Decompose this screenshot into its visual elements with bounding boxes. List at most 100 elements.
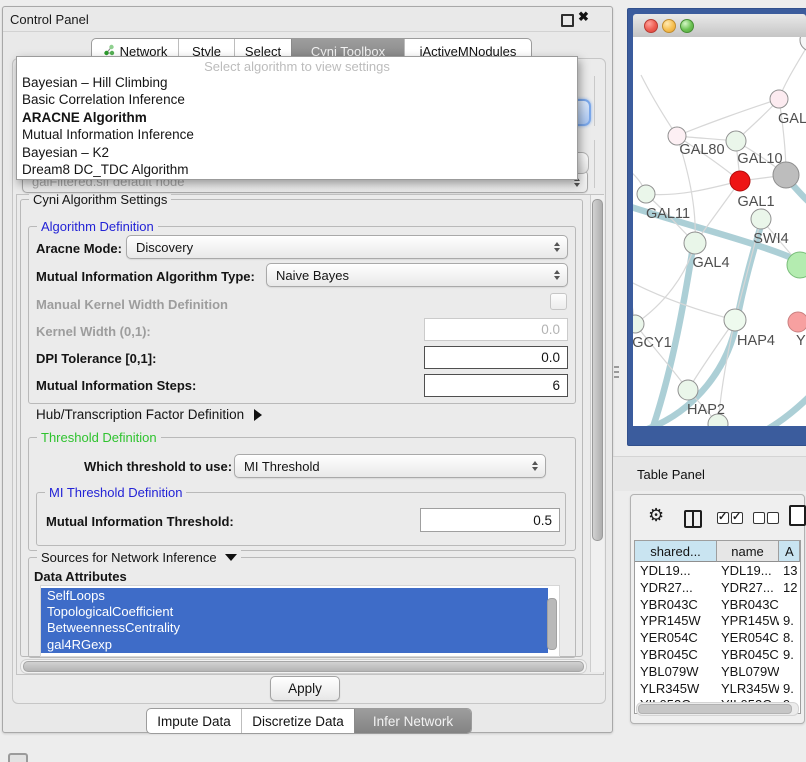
table-row[interactable]: YBL079WYBL079W — [635, 663, 800, 680]
select-all-checkbox-icon[interactable] — [717, 512, 729, 524]
mi-steps-field[interactable]: 6 — [424, 374, 568, 397]
column-header-shared-[interactable]: shared... — [635, 541, 717, 562]
column-header-name[interactable]: name — [717, 541, 779, 562]
table-row[interactable]: YPR145WYPR145W9. — [635, 612, 800, 629]
attribute-list-item[interactable]: gal4RGexp — [41, 637, 548, 653]
attribute-list-item[interactable]: SelfLoops — [41, 588, 548, 604]
table-cell: YLR345W — [721, 681, 779, 696]
network-node-gal[interactable] — [770, 90, 788, 108]
apply-button[interactable]: Apply — [270, 676, 340, 701]
attribute-list-item[interactable]: TopologicalCoefficient — [41, 604, 548, 620]
table-row[interactable]: YBR043CYBR043C — [635, 596, 800, 613]
node-label-gal4: GAL4 — [692, 255, 729, 271]
panel-splitter-grip[interactable] — [614, 366, 619, 379]
algorithm-option[interactable]: Bayesian – K2 — [20, 144, 574, 161]
data-attributes-list[interactable]: SelfLoopsTopologicalCoefficientBetweenne… — [40, 585, 560, 657]
table-cell: 9. — [783, 681, 800, 696]
node-label-gal11: GAL11 — [646, 206, 690, 222]
network-node-gal4[interactable] — [684, 232, 706, 254]
network-window-titlebar[interactable] — [633, 14, 806, 38]
table-cell: YBR043C — [640, 597, 718, 612]
table-cell: YER054C — [640, 630, 718, 645]
table-row[interactable]: YLR345WYLR345W9. — [635, 680, 800, 697]
select-all-checkbox-icon[interactable] — [731, 512, 743, 524]
algorithm-option[interactable]: Mutual Information Inference — [20, 126, 574, 143]
collapse-down-icon — [225, 554, 237, 561]
dpi-tolerance-label: DPI Tolerance [0,1]: — [36, 351, 156, 366]
network-node-swi4[interactable] — [751, 209, 771, 229]
algorithm-option-list: Bayesian – Hill ClimbingBasic Correlatio… — [20, 74, 574, 178]
table-cell: YDL19... — [640, 563, 718, 578]
gear-icon[interactable]: ⚙ — [648, 506, 664, 524]
network-edge[interactable] — [646, 181, 740, 195]
settings-hscrollbar-thumb[interactable] — [23, 661, 584, 672]
table-hscrollbar-thumb[interactable] — [638, 704, 792, 714]
mi-algorithm-type-label: Mutual Information Algorithm Type: — [36, 269, 255, 284]
node-label-hap2: HAP2 — [687, 402, 725, 418]
table-row[interactable]: YDL19...YDL19...13 — [635, 562, 800, 579]
network-edge[interactable] — [641, 75, 677, 136]
mi-algorithm-type-value: Naive Bayes — [276, 268, 349, 283]
close-panel-icon[interactable]: ✖ — [578, 9, 589, 25]
zoom-window-icon[interactable] — [680, 19, 694, 33]
attributes-vscrollbar-thumb[interactable] — [547, 598, 557, 650]
network-edge[interactable] — [791, 183, 806, 209]
node-label-gal: GAL — [778, 111, 806, 127]
column-header-a[interactable]: A — [779, 541, 800, 562]
network-edge[interactable] — [677, 99, 779, 136]
node-label-y: Y — [796, 333, 806, 349]
network-node-gal1[interactable] — [730, 171, 750, 191]
network-edge[interactable] — [768, 393, 806, 426]
minimize-window-icon[interactable] — [662, 19, 676, 33]
which-threshold-combo[interactable]: MI Threshold — [234, 454, 546, 478]
table-row[interactable]: YER054CYER054C8. — [635, 629, 800, 646]
columns-icon[interactable] — [684, 510, 702, 528]
algorithm-option[interactable]: Dream8 DC_TDC Algorithm — [20, 161, 574, 178]
cyni-bottom-tabs: Impute DataDiscretize DataInfer Network — [146, 708, 472, 734]
sources-title-text: Sources for Network Inference — [41, 550, 217, 565]
kernel-width-field[interactable]: 0.0 — [424, 318, 568, 341]
close-window-icon[interactable] — [644, 19, 658, 33]
algorithm-option[interactable]: ARACNE Algorithm — [20, 109, 574, 126]
table-row[interactable]: YDR27...YDR27...12 — [635, 579, 800, 596]
settings-vscrollbar-thumb[interactable] — [592, 199, 603, 541]
aracne-mode-combo[interactable]: Discovery — [126, 235, 568, 259]
deselect-all-checkbox-icon[interactable] — [753, 512, 765, 524]
manual-kernel-width-checkbox[interactable] — [550, 293, 567, 310]
node-label-gcy1: GCY1 — [633, 335, 672, 351]
aracne-mode-label: Aracne Mode: — [36, 241, 122, 256]
new-table-icon[interactable] — [789, 505, 806, 526]
table-cell: YDL19... — [721, 563, 779, 578]
bottom-tab-impute-data[interactable]: Impute Data — [147, 709, 241, 733]
aracne-mode-value: Discovery — [136, 240, 193, 255]
network-node-hap4[interactable] — [724, 309, 746, 331]
bottom-tab-discretize-data[interactable]: Discretize Data — [241, 709, 354, 733]
network-canvas[interactable]: GALGAL80GAL10GAL1GAL11SWI4GAL4GCY1HAP4YH… — [633, 37, 806, 426]
network-node-gal11[interactable] — [637, 185, 655, 203]
deselect-all-checkbox-icon[interactable] — [767, 512, 779, 524]
network-node-gcy1[interactable] — [633, 315, 644, 333]
table-cell: YBR043C — [721, 597, 779, 612]
network-edge[interactable] — [779, 40, 806, 99]
attribute-list-item[interactable]: BetweennessCentrality — [41, 620, 548, 636]
which-threshold-label: Which threshold to use: — [84, 459, 232, 474]
algorithm-option[interactable]: Bayesian – Hill Climbing — [20, 74, 574, 91]
network-node-gal10[interactable] — [726, 131, 746, 151]
mi-threshold-field[interactable]: 0.5 — [420, 508, 560, 532]
table-cell: YPR145W — [640, 613, 718, 628]
network-node[interactable] — [800, 37, 806, 51]
network-node-hap2[interactable] — [678, 380, 698, 400]
table-cell: YER054C — [721, 630, 779, 645]
table-row[interactable]: YBR045CYBR045C9. — [635, 646, 800, 663]
network-node-y[interactable] — [788, 312, 806, 332]
bottom-tab-infer-network[interactable]: Infer Network — [354, 709, 471, 733]
node-table[interactable]: shared...nameAYDL19...YDL19...13YDR27...… — [634, 540, 801, 714]
mi-algorithm-type-combo[interactable]: Naive Bayes — [266, 263, 568, 287]
float-panel-icon[interactable] — [561, 14, 574, 27]
minimized-panel-icon[interactable] — [8, 753, 28, 762]
sources-group-title[interactable]: Sources for Network Inference — [37, 550, 241, 565]
manual-kernel-width-label: Manual Kernel Width Definition — [36, 297, 228, 312]
hub-definition-toggle[interactable]: Hub/Transcription Factor Definition — [36, 407, 262, 422]
dpi-tolerance-field[interactable]: 0.0 — [424, 346, 568, 369]
algorithm-option[interactable]: Basic Correlation Inference — [20, 91, 574, 108]
